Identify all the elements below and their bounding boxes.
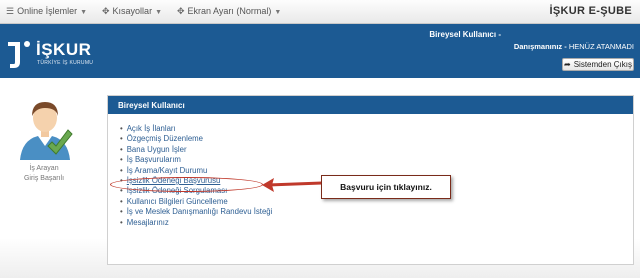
list-item[interactable]: • İş Başvurularım <box>120 155 633 165</box>
logout-label: Sistemden Çıkış <box>573 60 632 69</box>
bullet-icon: • <box>120 134 123 144</box>
arrows-icon: ✥ <box>177 6 185 16</box>
menu-label: Kısayollar <box>112 6 153 16</box>
link-ozgecmis-duzenleme[interactable]: Özgeçmiş Düzenleme <box>127 134 203 143</box>
link-acik-is-ilanlari[interactable]: Açık İş İlanları <box>127 124 176 133</box>
bullet-icon: • <box>120 144 123 154</box>
chevron-down-icon: ▼ <box>155 9 162 16</box>
bullet-icon: • <box>120 165 123 175</box>
link-kullanici-bilgileri-guncelleme[interactable]: Kullanıcı Bilgileri Güncelleme <box>127 197 228 206</box>
link-bana-uygun-isler[interactable]: Bana Uygun İşler <box>127 145 187 154</box>
callout-box: Başvuru için tıklayınız. <box>321 175 451 199</box>
bullet-icon: • <box>120 155 123 165</box>
annotation-arrow-icon <box>262 178 323 192</box>
link-mesajlariniz[interactable]: Mesajlarınız <box>127 218 169 227</box>
arrows-icon: ✥ <box>102 6 110 16</box>
logout-arrow-icon: ➦ <box>564 60 571 69</box>
bullet-icon: • <box>120 207 123 217</box>
list-item[interactable]: • İş ve Meslek Danışmanlığı Randevu İsteğ… <box>120 207 633 217</box>
brand-title: İŞKUR E-ŞUBE <box>549 5 632 17</box>
advisor-value: HENÜZ ATANMADI <box>568 42 634 51</box>
logo-subtitle: TÜRKİYE İŞ KURUMU <box>37 60 94 66</box>
menu-link-list: • Açık İş İlanları • Özgeçmiş Düzenleme • B… <box>108 114 633 228</box>
advisor-label: Danışmanınız - <box>513 42 569 51</box>
user-type: Bireysel Kullanıcı - <box>429 30 501 39</box>
highlight-ellipse <box>110 177 263 192</box>
bullet-icon: • <box>120 196 123 206</box>
menu-online-islemler[interactable]: ☰ Online İşlemler ▼ <box>6 6 87 17</box>
bullet-icon: • <box>120 124 123 133</box>
bullet-icon: • <box>120 217 123 227</box>
user-avatar-icon <box>20 102 73 160</box>
iskur-logo[interactable]: İŞKUR TÜRKİYE İŞ KURUMU <box>6 38 106 70</box>
login-status: Giriş Başarılı <box>23 175 65 182</box>
list-item[interactable]: • Özgeçmiş Düzenleme <box>120 134 633 144</box>
logout-button[interactable]: ➦ Sistemden Çıkış <box>562 58 634 71</box>
chevron-down-icon: ▼ <box>80 9 88 16</box>
list-item[interactable]: • Bana Uygun İşler <box>120 145 633 155</box>
list-item[interactable]: • Mesajlarınız <box>120 218 633 228</box>
header: İŞKUR TÜRKİYE İŞ KURUMU Bireysel Kullanı… <box>0 24 640 78</box>
avatar-caption: İş Arayan Giriş Başarılı <box>6 164 82 184</box>
chevron-down-icon: ▼ <box>274 9 282 16</box>
panel-title: Bireysel Kullanıcı <box>108 96 633 114</box>
menu-label: Online İşlemler <box>17 6 78 16</box>
link-randevu-istegi[interactable]: İş ve Meslek Danışmanlığı Randevu İsteği <box>127 207 273 216</box>
advisor-info: Danışmanınız - HENÜZ ATANMADI <box>514 42 634 51</box>
top-menu-bar: ☰ Online İşlemler ▼ ✥ Kısayollar ▼ ✥ Ekran Ay… <box>0 0 640 24</box>
menu-kisayollar[interactable]: ✥ Kısayollar ▼ <box>102 6 162 17</box>
user-role: İş Arayan <box>29 165 59 172</box>
list-icon: ☰ <box>6 6 15 16</box>
menu-ekran-ayari[interactable]: ✥ Ekran Ayarı (Normal) ▼ <box>177 6 281 17</box>
logo-text: İŞKUR <box>36 40 92 59</box>
iskur-logo-icon <box>8 41 30 68</box>
link-is-arama-kayit-durumu[interactable]: İş Arama/Kayıt Durumu <box>127 166 208 175</box>
menu-label: Ekran Ayarı (Normal) <box>187 6 272 16</box>
list-item[interactable]: • Açık İş İlanları <box>120 124 633 134</box>
link-is-basvurularim[interactable]: İş Başvurularım <box>127 155 181 164</box>
